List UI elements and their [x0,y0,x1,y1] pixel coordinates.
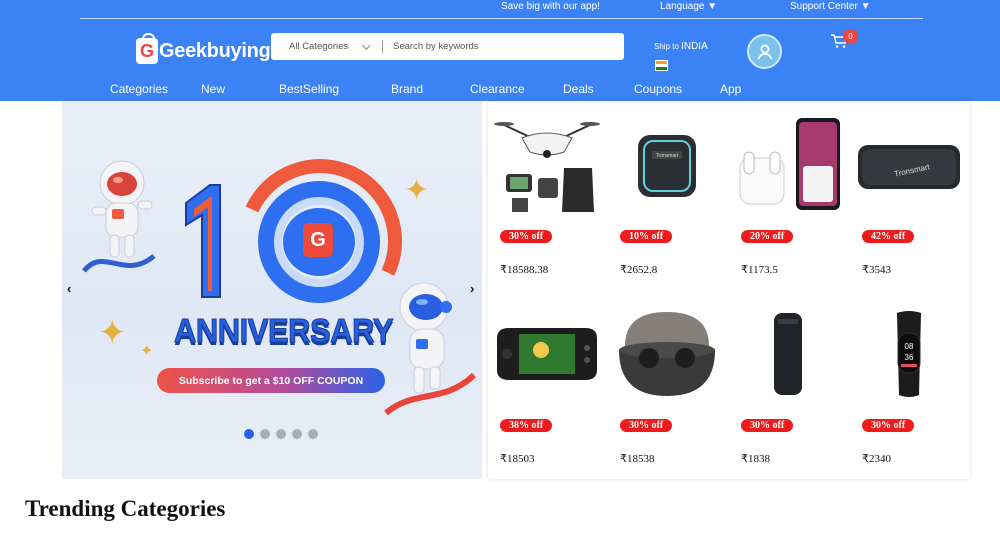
nav-app[interactable]: App [720,82,741,96]
product-price: ₹3543 [862,264,891,276]
earbuds-case-image [608,304,726,404]
nav-new[interactable]: New [201,82,225,96]
chevron-down-icon [362,40,371,50]
discount-badge: 42% off [862,230,915,243]
subscribe-coupon-button[interactable]: Subscribe to get a $10 OFF COUPON [157,368,385,393]
carousel-dot-5[interactable] [308,429,318,439]
banner-title: ANNIVERSARY [174,311,395,350]
carousel-dot-1[interactable] [244,429,254,439]
product-price: ₹2652.8 [620,264,658,276]
ship-to[interactable]: Ship to INDIA [654,41,708,52]
smart-band-image: 08 36 [850,304,968,404]
hero-carousel[interactable]: G ✦ ✦ ✦ ANNIVERSARY Subscribe to get a $… [62,101,482,479]
discount-badge: 20% off [741,230,794,243]
account-avatar[interactable] [747,34,782,69]
nav-deals[interactable]: Deals [563,82,594,96]
site-header: Save big with our app! Language ▼ Suppor… [0,0,1000,101]
svg-text:08: 08 [905,342,914,351]
deals-grid: 30% off ₹18588.38 Tronsmart 10% off ₹265… [488,101,970,479]
product-price: ₹18503 [500,453,535,465]
sparkle-icon: ✦ [98,314,127,352]
astronaut-illustration [82,160,156,273]
svg-text:36: 36 [905,353,914,362]
sparkle-icon: ✦ [404,174,430,207]
discount-badge: 38% off [500,419,553,432]
nav-clearance[interactable]: Clearance [470,82,525,96]
search-bar: All Categories [271,33,624,60]
logo-text: Geekbuying [159,39,271,62]
number-one-graphic [185,184,221,298]
nav-categories[interactable]: Categories [110,82,168,96]
carousel-dot-3[interactable] [276,429,286,439]
sparkle-icon: ✦ [140,343,154,360]
product-price: ₹1173.5 [741,264,778,276]
search-input[interactable] [393,41,613,52]
carousel-next-button[interactable]: › [470,281,474,296]
astronaut-illustration [384,282,476,416]
tower-speaker-image [729,304,847,404]
carousel-prev-button[interactable]: ‹ [67,281,71,296]
user-icon [757,44,772,59]
india-flag-icon [655,60,668,71]
category-select-label: All Categories [289,41,349,52]
discount-badge: 30% off [620,419,673,432]
category-select[interactable]: All Categories [271,40,383,53]
product-price: ₹1838 [741,453,770,465]
app-promo-link[interactable]: Save big with our app! [501,1,600,12]
handheld-console-image [488,304,606,404]
nav-brand[interactable]: Brand [391,82,423,96]
brand-bag-icon: G [303,223,333,257]
nav-bestselling[interactable]: BestSelling [279,82,339,96]
site-logo[interactable]: G Geekbuying [136,33,271,66]
discount-badge: 10% off [620,230,673,243]
earbuds-phone-image [729,115,847,215]
product-price: ₹18538 [620,453,655,465]
discount-badge: 30% off [500,230,553,243]
product-price: ₹18588.38 [500,264,549,276]
discount-badge: 30% off [741,419,794,432]
language-menu[interactable]: Language ▼ [660,1,717,12]
ship-to-label: Ship to [654,42,679,51]
nav-coupons[interactable]: Coupons [634,82,682,96]
section-heading: Trending Categories [25,496,226,521]
carousel-indicators [244,429,318,439]
svg-text:Tronsmart: Tronsmart [656,153,679,159]
shopping-bag-icon: G [136,33,158,64]
ship-country: INDIA [681,41,708,52]
discount-badge: 30% off [862,419,915,432]
carousel-dot-2[interactable] [260,429,270,439]
product-price: ₹2340 [862,453,891,465]
cart-count-badge: 0 [843,29,858,44]
support-center-menu[interactable]: Support Center ▼ [790,1,871,12]
soundbar-speaker-image: Tronsmart [850,115,968,215]
speaker-image: Tronsmart [608,115,726,215]
carousel-dot-4[interactable] [292,429,302,439]
drone-image [488,115,606,215]
